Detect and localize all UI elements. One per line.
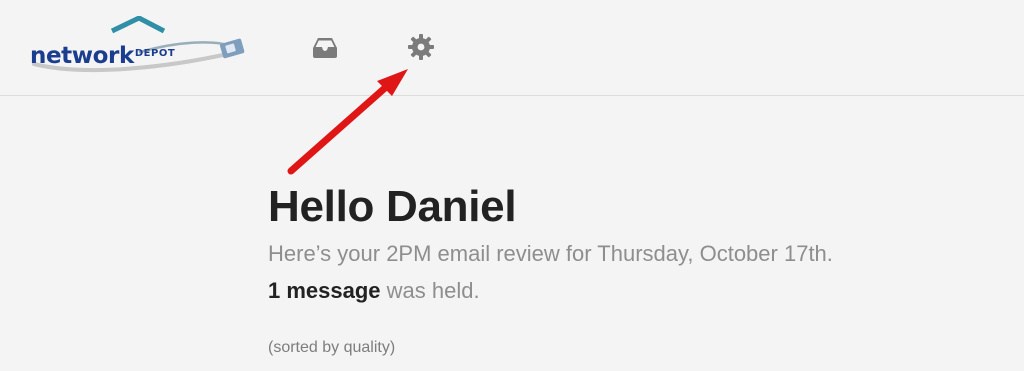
held-message-summary: 1 message was held.	[268, 278, 480, 304]
inbox-icon-shape	[313, 38, 337, 58]
gear-icon[interactable]	[407, 34, 435, 60]
sort-order-note: (sorted by quality)	[268, 339, 396, 356]
held-message-count: 1 message	[268, 278, 381, 303]
inbox-icon[interactable]	[311, 34, 339, 60]
held-message-suffix: was held.	[380, 278, 480, 303]
logo-sub-text: DEPOT	[134, 48, 176, 59]
email-review-description: Here’s your 2PM email review for Thursda…	[268, 241, 833, 266]
gear-icon-shape	[408, 34, 434, 60]
network-depot-logo[interactable]: networkDEPOT	[24, 16, 254, 76]
greeting-heading: Hello Daniel	[268, 182, 517, 231]
logo-main-text: network	[30, 43, 134, 69]
top-header: networkDEPOT	[0, 0, 1024, 96]
logo-wordmark: networkDEPOT	[30, 45, 175, 68]
